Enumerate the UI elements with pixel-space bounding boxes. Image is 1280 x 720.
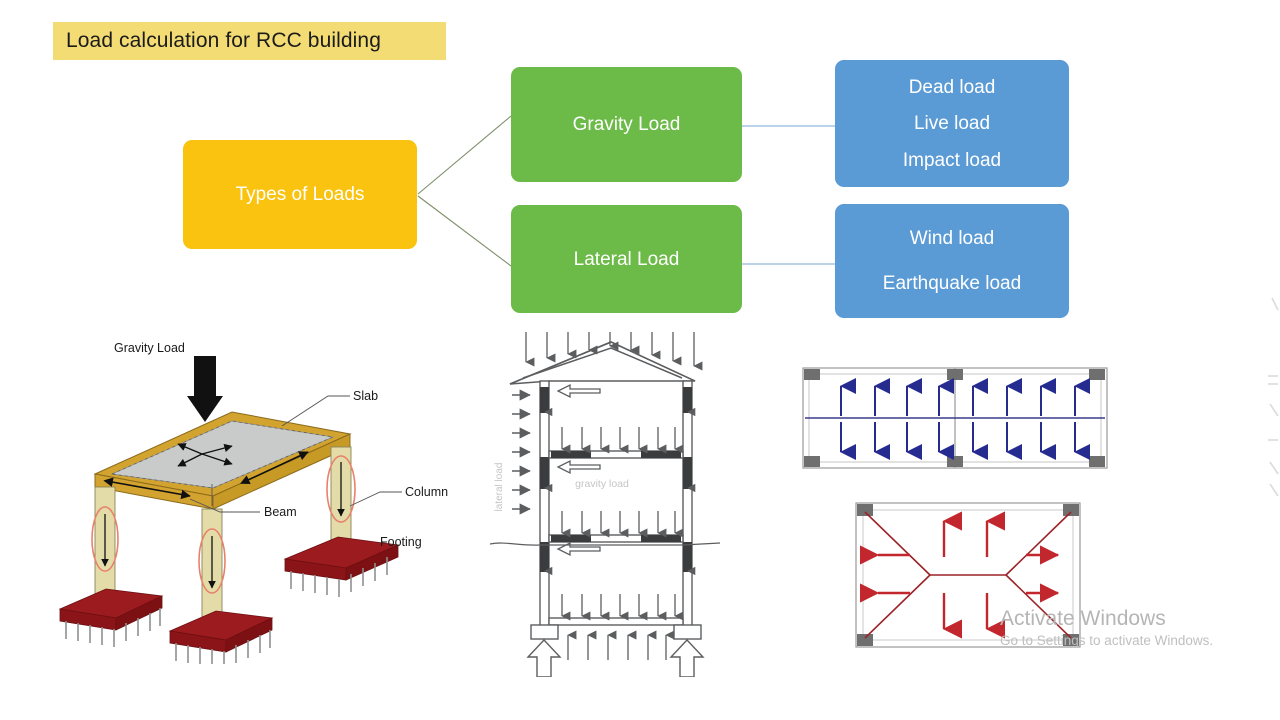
one-way-slab-diagram: [802, 367, 1108, 469]
right-edge-scan-artifacts: [1268, 297, 1279, 497]
storey-drift-arrows: [556, 383, 601, 557]
connector-root-to-gravity: [417, 115, 512, 195]
section-columns: [539, 380, 693, 632]
frame-label-beam: Beam: [264, 505, 297, 519]
gravity-load-arrows-ground: [561, 594, 684, 621]
flow-node-label: Types of Loads: [235, 184, 365, 205]
connector-root-to-lateral: [417, 195, 512, 267]
flow-node-label-wind-load: Wind load: [909, 228, 995, 250]
flow-node-label-live-load: Live load: [913, 113, 991, 134]
flow-node-label: Gravity Load: [572, 114, 681, 135]
building-section-load-diagram: lateral load gravity load: [490, 332, 721, 677]
flow-node-lateral-load-types[interactable]: Wind load Earthquake load: [835, 204, 1069, 318]
flow-node-gravity-load-types[interactable]: Dead load Live load Impact load: [835, 60, 1069, 187]
flow-node-label-earthquake-load: Earthquake load: [882, 272, 1022, 294]
gravity-load-arrows-floor1: [561, 511, 684, 538]
frame-label-footing: Footing: [380, 535, 422, 549]
flow-node-gravity-load[interactable]: Gravity Load: [511, 67, 742, 182]
flow-node-lateral-load[interactable]: Lateral Load: [511, 205, 742, 313]
flow-node-label-impact-load: Impact load: [902, 149, 1002, 171]
roof: [509, 341, 696, 385]
gravity-load-arrows-floor2: [561, 427, 684, 454]
gravity-load-arrow: [187, 356, 223, 422]
lateral-load-arrows: [512, 389, 531, 515]
flow-node-types-of-loads[interactable]: Types of Loads: [183, 140, 417, 249]
frame-label-slab: Slab: [353, 389, 378, 403]
section-label-lateral-load: lateral load: [494, 463, 505, 512]
flow-node-label-dead-load: Dead load: [908, 76, 996, 98]
soil-reaction-arrows: [567, 630, 675, 660]
frame-label-column: Column: [405, 485, 448, 499]
foundation-reaction-arrows: [526, 638, 705, 677]
two-way-slab-diagram: [855, 502, 1081, 648]
flow-node-label: Lateral Load: [573, 248, 680, 270]
section-label-gravity-load: gravity load: [575, 478, 629, 490]
frame-label-gravity-load: Gravity Load: [114, 341, 185, 355]
section-footings: [530, 624, 702, 640]
rcc-frame-isometric-diagram: Gravity Load Slab Beam Column Footing: [58, 341, 448, 664]
